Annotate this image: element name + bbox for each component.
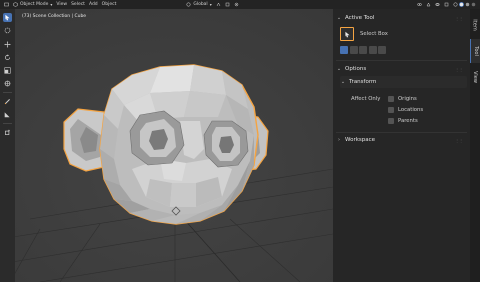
parents-checkbox[interactable]: Parents <box>388 117 418 125</box>
shading-buttons <box>453 2 476 7</box>
proportional-edit-icon <box>234 2 238 7</box>
move-icon <box>4 41 11 48</box>
object-mode-icon <box>13 2 18 7</box>
toolbar-divider <box>3 123 12 124</box>
extend-selection-icon[interactable] <box>349 46 358 54</box>
chevron-down-icon: ⌄ <box>336 66 342 72</box>
workspace-panel-header[interactable]: › Workspace ⋮⋮ <box>336 134 467 146</box>
locations-checkbox[interactable]: Locations <box>388 106 423 114</box>
affect-only-label-row: Affect Only <box>351 95 380 103</box>
rendered-shading-icon[interactable] <box>471 2 476 7</box>
cursor-tool[interactable] <box>3 26 12 35</box>
chevron-down-icon: ⌄ <box>340 79 346 85</box>
visibility-button[interactable] <box>417 2 422 7</box>
intersect-selection-icon[interactable] <box>378 46 386 54</box>
selection-mode-buttons <box>340 45 388 55</box>
orientation-icon <box>186 2 191 7</box>
transform-subpanel-header[interactable]: ⌄ Transform <box>340 76 467 88</box>
mode-label: Object Mode <box>20 2 49 7</box>
overlay-button[interactable] <box>435 2 440 7</box>
scale-icon <box>4 67 11 74</box>
checkbox-box <box>388 96 394 102</box>
sidebar-tabs: Item Tool View <box>470 9 480 282</box>
transform-title: Transform <box>349 79 377 85</box>
drag-handle-icon[interactable]: ⋮⋮ <box>455 16 463 21</box>
options-panel-header[interactable]: ⌄ Options ⋮⋮ <box>336 63 467 75</box>
menu-view[interactable]: View <box>56 2 67 7</box>
xray-icon <box>444 2 449 7</box>
menu-object[interactable]: Object <box>102 2 117 7</box>
ruler-icon <box>4 112 10 118</box>
gizmo-button[interactable] <box>426 2 431 7</box>
tab-view[interactable]: View <box>470 65 480 89</box>
menu-add[interactable]: Add <box>89 2 98 7</box>
material-shading-icon[interactable] <box>465 2 470 7</box>
viewport-header: Object Mode ▾ View Select Add Object Glo… <box>0 0 480 9</box>
pivot-dropdown[interactable] <box>216 2 221 7</box>
select-box-label: Select Box <box>360 31 388 37</box>
properties-sidebar: ⌄ Active Tool ⋮⋮ Select Box ⌄ Options ⋮⋮… <box>333 9 470 282</box>
drag-handle-icon[interactable]: ⋮⋮ <box>455 138 463 143</box>
viewport-scene <box>0 9 333 282</box>
solid-shading-icon[interactable] <box>459 2 464 7</box>
transform-icon <box>4 80 11 87</box>
xray-toggle[interactable] <box>444 2 449 7</box>
add-cube-tool[interactable] <box>3 128 12 137</box>
transform-tool[interactable] <box>3 79 12 88</box>
active-tool-panel-header[interactable]: ⌄ Active Tool ⋮⋮ <box>336 12 467 24</box>
rotate-icon <box>5 54 10 60</box>
overlay-icon <box>435 3 440 6</box>
snap-toggle[interactable] <box>225 2 230 7</box>
set-new-selection-icon[interactable] <box>340 46 348 54</box>
tab-tool[interactable]: Tool <box>470 39 480 63</box>
menu-select[interactable]: Select <box>71 2 85 7</box>
tool-shelf <box>0 9 15 282</box>
invert-selection-icon[interactable] <box>368 46 377 54</box>
checkbox-box <box>388 118 394 124</box>
add-cube-icon <box>5 129 10 135</box>
chevron-right-icon: › <box>338 137 340 143</box>
proportional-edit-toggle[interactable] <box>234 2 239 7</box>
checkbox-box <box>388 107 394 113</box>
pencil-icon <box>4 99 10 105</box>
workspace-title: Workspace <box>345 137 376 143</box>
drag-handle-icon[interactable]: ⋮⋮ <box>455 67 463 72</box>
cursor-arrow-icon <box>5 14 10 21</box>
measure-tool[interactable] <box>3 110 12 119</box>
chevron-down-icon: ▾ <box>209 2 212 7</box>
panel-divider <box>336 60 467 61</box>
affect-only-label: Affect Only <box>351 96 381 102</box>
orientation-dropdown[interactable]: Global ▾ <box>186 2 212 7</box>
scale-tool[interactable] <box>3 66 12 75</box>
origins-checkbox[interactable]: Origins <box>388 95 417 103</box>
select-box-icon <box>340 27 354 41</box>
select-box-tool[interactable] <box>3 13 12 22</box>
panel-divider <box>336 132 467 133</box>
editor-type-button[interactable] <box>4 2 9 7</box>
rotate-tool[interactable] <box>3 53 12 62</box>
eye-icon <box>417 3 422 6</box>
chevron-down-icon: ⌄ <box>336 15 342 21</box>
gizmo-icon <box>426 2 431 7</box>
tab-item[interactable]: Item <box>470 13 480 37</box>
3d-cursor-tool-icon <box>4 27 11 34</box>
annotate-tool[interactable] <box>3 97 12 106</box>
active-tool-title: Active Tool <box>345 15 375 21</box>
orientation-label: Global <box>193 2 208 7</box>
3d-viewport[interactable]: (73) Scene Collection | Cube <box>0 9 333 282</box>
pivot-icon <box>216 2 220 7</box>
snap-icon <box>225 2 229 7</box>
mode-dropdown[interactable]: Object Mode ▾ <box>13 2 52 7</box>
options-title: Options <box>345 66 367 72</box>
chevron-down-icon: ▾ <box>50 2 53 7</box>
select-box-row[interactable]: Select Box <box>340 27 464 41</box>
wireframe-shading-icon[interactable] <box>453 2 458 7</box>
viewport-info: (73) Scene Collection | Cube <box>22 14 87 19</box>
editor-type-icon <box>4 2 9 7</box>
move-tool[interactable] <box>3 40 12 49</box>
subtract-selection-icon[interactable] <box>359 46 367 54</box>
toolbar-divider <box>3 92 12 93</box>
